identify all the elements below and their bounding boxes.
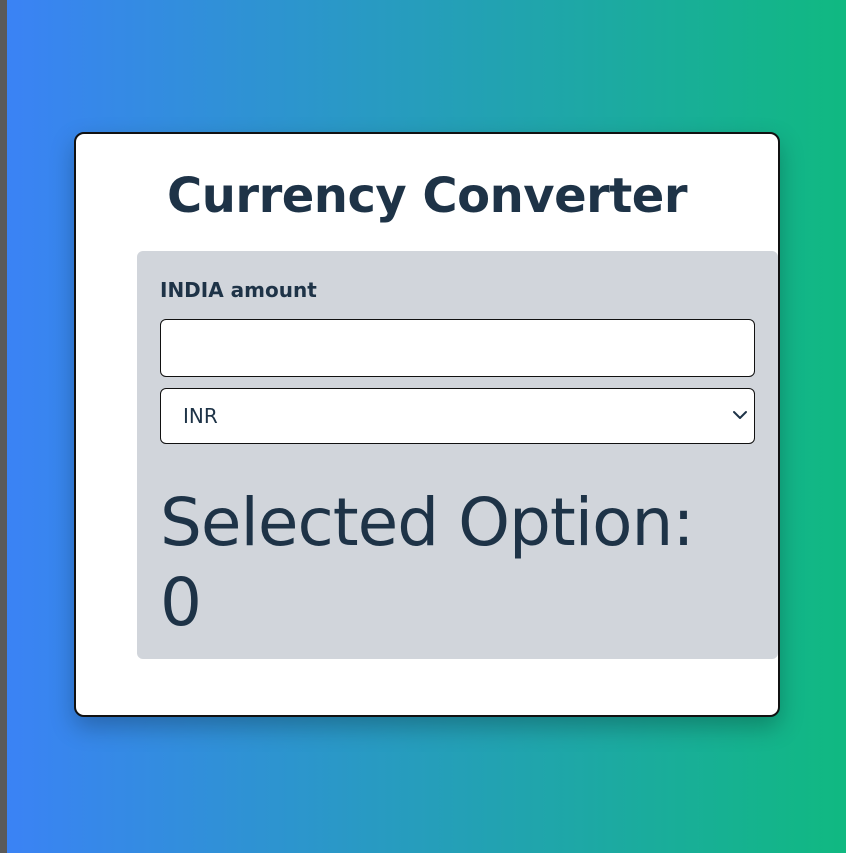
window-edge — [0, 0, 7, 853]
currency-select[interactable]: INR — [160, 388, 755, 444]
page-title: Currency Converter — [167, 168, 687, 224]
converter-card: Currency Converter INDIA amount INR Sele… — [74, 132, 780, 717]
converter-panel: INDIA amount INR Selected Option: 0 — [137, 251, 778, 659]
chevron-down-icon — [733, 411, 747, 419]
amount-label: INDIA amount — [160, 278, 317, 302]
amount-input[interactable] — [160, 319, 755, 377]
currency-select-value: INR — [183, 404, 218, 428]
selected-option-value: 0 — [160, 564, 202, 641]
selected-option-label: Selected Option: — [160, 484, 695, 561]
selected-option-display: Selected Option: 0 — [160, 483, 760, 643]
